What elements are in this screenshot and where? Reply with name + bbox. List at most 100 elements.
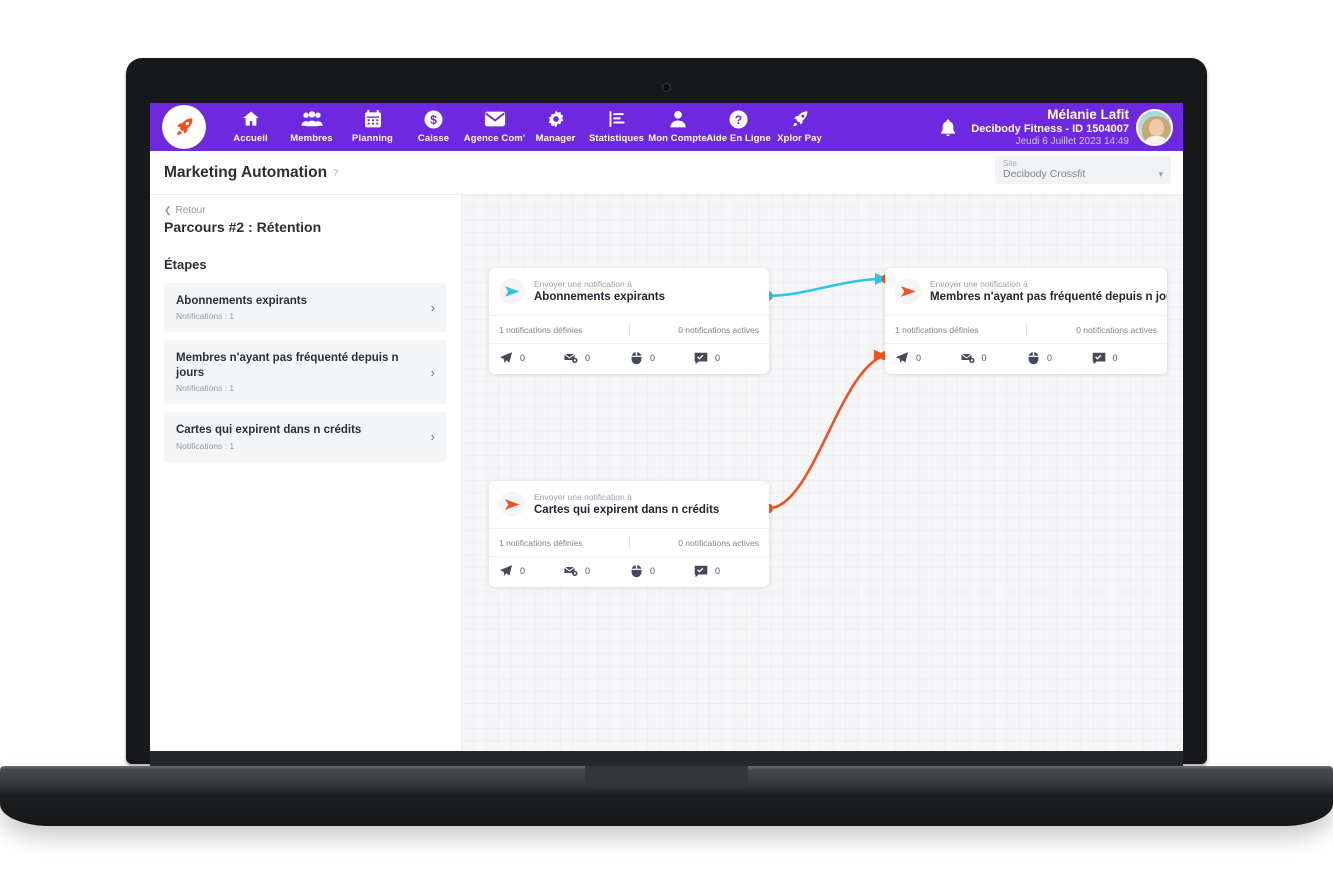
nav-item-statistiques[interactable]: Statistiques: [586, 103, 647, 144]
metric-value: 0: [1112, 353, 1118, 363]
step-texts: Abonnements expirants Notifications : 1: [176, 294, 307, 321]
site-selector-value: Decibody Crossfit: [1003, 168, 1086, 181]
site-selector[interactable]: Site Decibody Crossfit ▾: [995, 156, 1171, 184]
node-title: Membres n'ayant pas fréquenté depuis n j…: [930, 291, 1167, 304]
step-name: Cartes qui expirent dans n crédits: [176, 424, 362, 437]
sidebar-step-item[interactable]: Membres n'ayant pas fréquenté depuis n j…: [164, 340, 447, 405]
site-selector-label: Site: [1003, 158, 1017, 168]
metric-value: 0: [916, 353, 922, 363]
send-arrow-icon: [499, 491, 525, 517]
nav-item-mon-compte[interactable]: Mon Compte: [647, 103, 708, 144]
laptop-base-notch: [585, 766, 748, 788]
metric-value: 0: [715, 353, 721, 363]
metric-replies: 0: [1092, 351, 1158, 365]
metric-sent: 0: [499, 351, 564, 365]
dollar-circle-icon: $: [423, 108, 444, 130]
nav-label: Manager: [535, 133, 576, 144]
stat-defined: 1 notifications définies: [499, 324, 583, 335]
mouse-click-icon: [629, 564, 643, 578]
nav-label: Xplor Pay: [777, 133, 822, 144]
user-text-block: Mélanie Lafit Decibody Fitness - ID 1504…: [971, 107, 1136, 148]
nav-item-agence-com[interactable]: Agence Com': [464, 103, 525, 144]
nav-label: Accueil: [233, 133, 268, 144]
metric-value: 0: [650, 566, 656, 576]
step-name: Membres n'ayant pas fréquenté depuis n j…: [176, 352, 399, 379]
sidebar: ❮ Retour Parcours #2 : Rétention Étapes …: [150, 195, 461, 750]
node-header: Envoyer une notification à Membres n'aya…: [885, 268, 1167, 315]
metric-sent: 0: [895, 351, 961, 365]
metric-value: 0: [1047, 353, 1053, 363]
sidebar-step-item[interactable]: Abonnements expirants Notifications : 1 …: [164, 283, 447, 333]
nav-item-caisse[interactable]: $ Caisse: [403, 103, 464, 144]
chevron-left-icon: ❮: [164, 205, 172, 215]
metric-opened: 0: [960, 351, 1027, 365]
laptop-mockup: Accueil Membres Planning $ Caisse Agence…: [0, 0, 1333, 890]
send-arrow-icon: [895, 278, 921, 304]
user-name: Mélanie Lafit: [1047, 106, 1129, 122]
flow-node[interactable]: Envoyer une notification à Abonnements e…: [489, 268, 769, 374]
flow-node[interactable]: Envoyer une notification à Membres n'aya…: [885, 268, 1167, 374]
back-link[interactable]: ❮ Retour: [164, 205, 447, 216]
sidebar-step-item[interactable]: Cartes qui expirent dans n crédits Notif…: [164, 412, 447, 462]
metric-value: 0: [520, 566, 526, 576]
users-icon: [300, 108, 323, 130]
metric-value: 0: [715, 566, 721, 576]
chevron-right-icon: ›: [430, 300, 435, 316]
metric-value: 0: [981, 353, 987, 363]
node-title: Abonnements expirants: [534, 291, 665, 304]
nav-label: Planning: [352, 133, 393, 144]
page-body: ❮ Retour Parcours #2 : Rétention Étapes …: [150, 195, 1183, 750]
question-mark-icon[interactable]: ?: [333, 168, 338, 178]
paper-plane-icon: [499, 351, 513, 365]
webcam-icon: [662, 83, 671, 92]
nav-item-accueil[interactable]: Accueil: [220, 103, 281, 144]
nav-label: Statistiques: [588, 133, 645, 144]
step-subtitle: Notifications : 1: [176, 383, 235, 394]
nav-item-aide-en-ligne[interactable]: ? Aide En Ligne: [706, 103, 771, 144]
metric-sent: 0: [499, 564, 564, 578]
node-header: Envoyer une notification à Abonnements e…: [489, 268, 769, 315]
metric-opened: 0: [564, 351, 629, 365]
envelope-opened-icon: [564, 564, 578, 578]
flow-canvas[interactable]: Envoyer une notification à Abonnements e…: [461, 195, 1183, 750]
node-metrics-row: 0 0 0 0: [885, 343, 1167, 374]
node-kicker: Envoyer une notification à: [534, 278, 632, 289]
step-name: Abonnements expirants: [176, 295, 307, 307]
stat-active: 0 notifications actives: [678, 537, 759, 548]
nav-item-planning[interactable]: Planning: [342, 103, 403, 144]
user-menu[interactable]: Mélanie Lafit Decibody Fitness - ID 1504…: [971, 103, 1183, 151]
home-icon: [241, 108, 261, 130]
metric-value: 0: [585, 353, 591, 363]
metric-replies: 0: [694, 564, 759, 578]
node-metrics-row: 0 0 0 0: [489, 556, 769, 587]
node-stats-row: 1 notifications définies 0 notifications…: [489, 315, 769, 343]
metric-value: 0: [585, 566, 591, 576]
node-header: Envoyer une notification à Cartes qui ex…: [489, 481, 769, 528]
nav-label: Mon Compte: [648, 133, 707, 144]
step-texts: Cartes qui expirent dans n crédits Notif…: [176, 423, 361, 450]
nav-items: Accueil Membres Planning $ Caisse Agence…: [206, 103, 830, 151]
avatar-face: [1149, 118, 1164, 136]
page-header: Marketing Automation ? Site Decibody Cro…: [150, 151, 1183, 195]
comment-check-icon: [1092, 351, 1106, 365]
nav-item-manager[interactable]: Manager: [525, 103, 586, 144]
nav-item-membres[interactable]: Membres: [281, 103, 342, 144]
flow-node[interactable]: Envoyer une notification à Cartes qui ex…: [489, 481, 769, 587]
site-selector-row: Decibody Crossfit ▾: [1003, 168, 1163, 180]
nav-item-xplor-pay[interactable]: Xplor Pay: [769, 103, 830, 144]
bar-chart-icon: [607, 108, 627, 130]
envelope-opened-icon: [960, 351, 975, 365]
node-kicker: Envoyer une notification à: [534, 491, 632, 502]
node-header-texts: Envoyer une notification à Abonnements e…: [534, 279, 665, 303]
bell-icon[interactable]: [925, 103, 971, 151]
avatar[interactable]: [1136, 108, 1173, 146]
stat-active: 0 notifications actives: [1076, 324, 1157, 335]
metric-opened: 0: [564, 564, 629, 578]
metric-clicks: 0: [629, 564, 694, 578]
parcours-title: Parcours #2 : Rétention: [164, 219, 322, 235]
send-arrow-icon: [499, 278, 525, 304]
svg-text:$: $: [430, 112, 437, 126]
node-kicker: Envoyer une notification à: [930, 278, 1028, 289]
rocket-logo-icon[interactable]: [162, 105, 206, 149]
